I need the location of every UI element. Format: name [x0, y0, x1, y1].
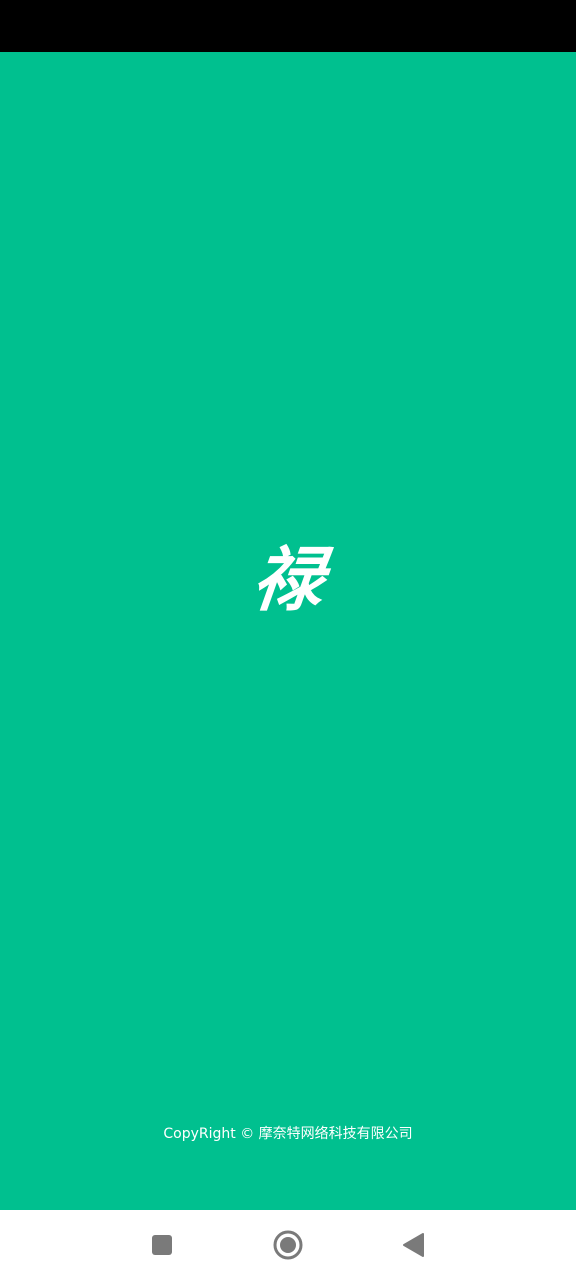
triangle-back-icon	[403, 1233, 424, 1257]
home-button[interactable]	[270, 1227, 306, 1263]
system-navigation-bar	[0, 1210, 576, 1280]
splash-screen	[0, 52, 576, 1210]
recents-button[interactable]	[144, 1227, 180, 1263]
copyright-text: CopyRight © 摩奈特网络科技有限公司	[163, 1126, 413, 1142]
app-logo: 禄	[248, 538, 328, 621]
status-bar	[0, 0, 576, 52]
square-recents-icon	[152, 1235, 172, 1255]
circle-home-icon	[273, 1230, 303, 1260]
back-button[interactable]	[395, 1227, 431, 1263]
